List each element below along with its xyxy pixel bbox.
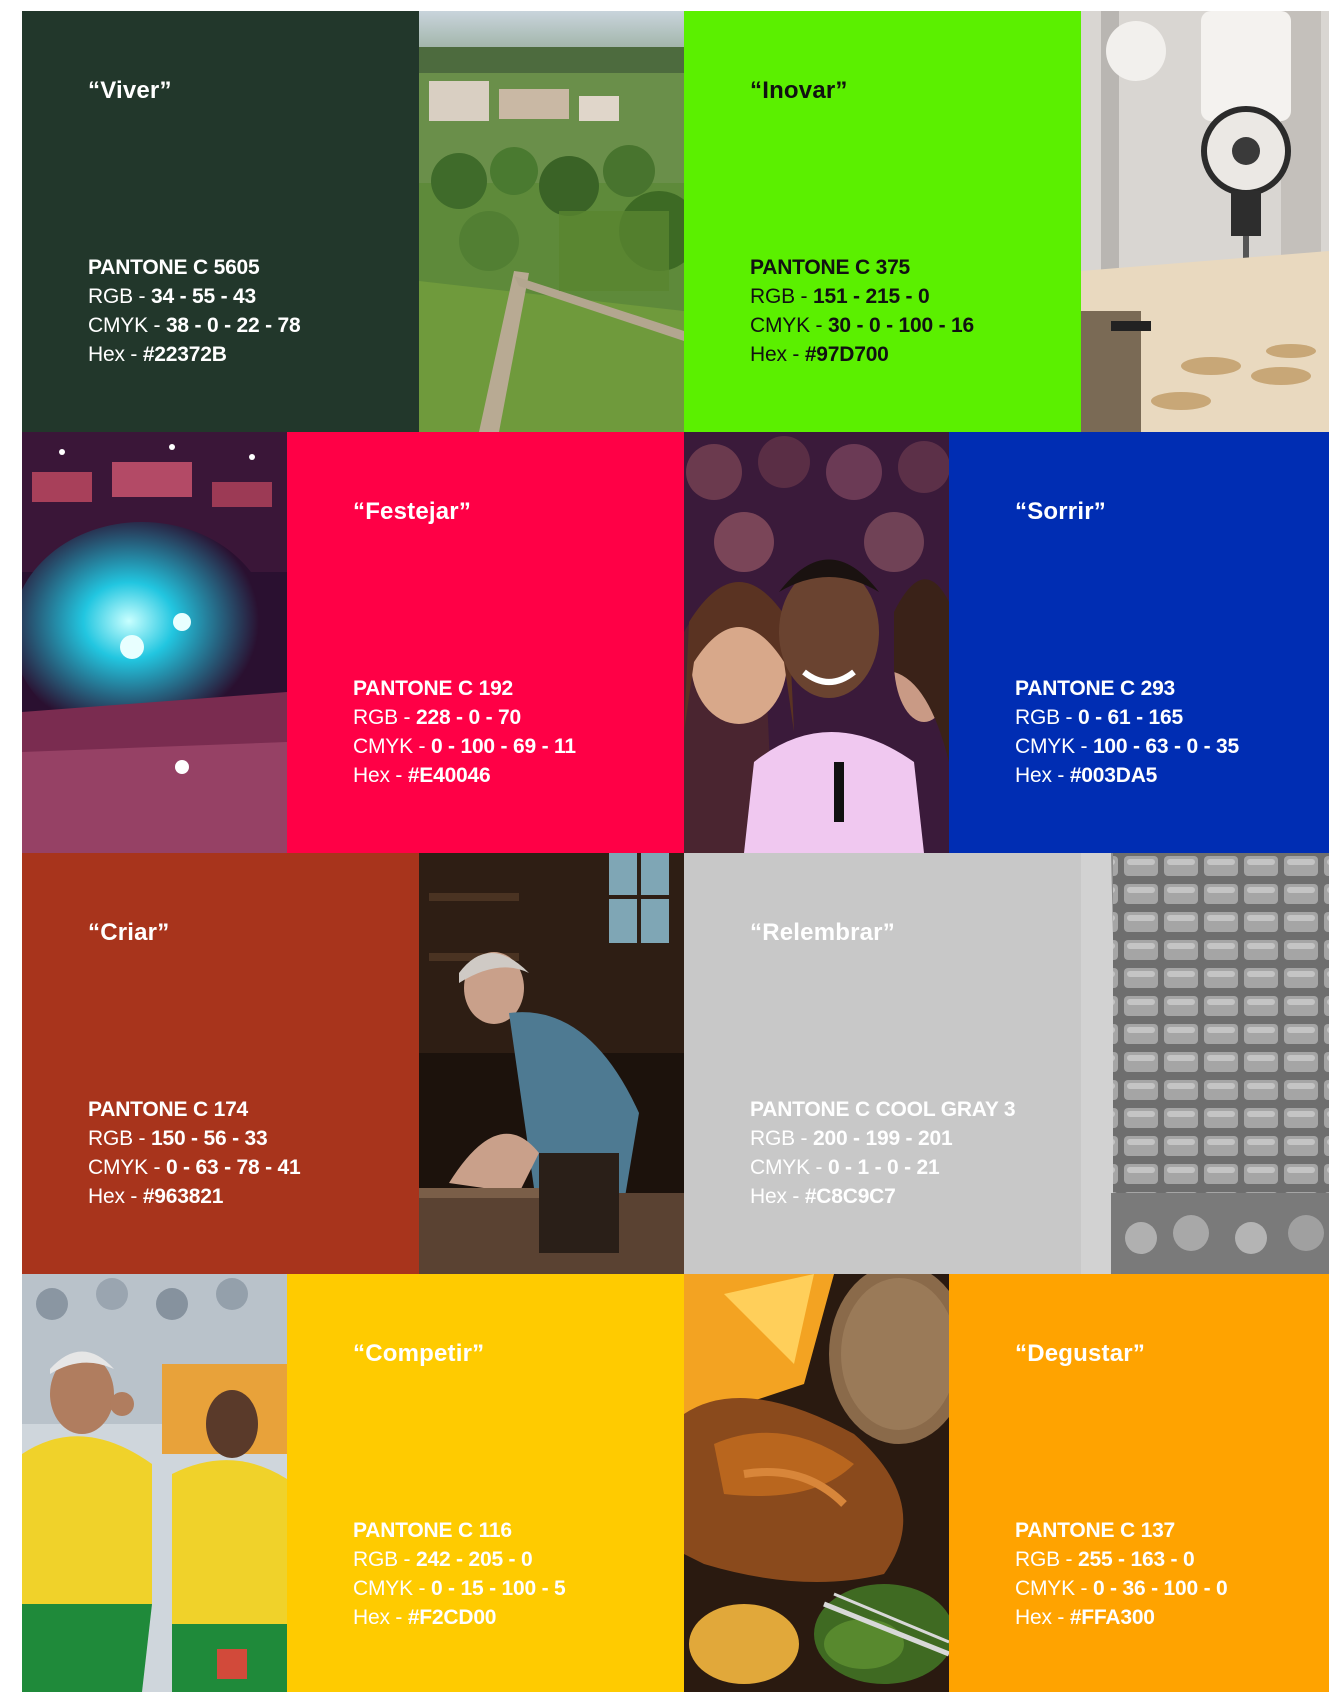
craftsman-workshop-photo	[419, 853, 684, 1274]
robotic-arm-photo	[1081, 11, 1329, 432]
swatch-specs: PANTONE C 174 RGB - 150 - 56 - 33 CMYK -…	[88, 1098, 301, 1208]
color-palette-grid: “Viver” PANTONE C 5605 RGB - 34 - 55 - 4…	[22, 11, 1329, 1692]
swatch-quote: “Festejar”	[353, 498, 472, 525]
swatch-relembrar: “Relembrar” PANTONE C COOL GRAY 3 RGB - …	[684, 853, 1081, 1274]
swatch-quote: “Viver”	[88, 77, 172, 104]
swatch-viver: “Viver” PANTONE C 5605 RGB - 34 - 55 - 4…	[22, 11, 419, 432]
swatch-degustar: “Degustar” PANTONE C 137 RGB - 255 - 163…	[949, 1274, 1329, 1692]
swatch-competir: “Competir” PANTONE C 116 RGB - 242 - 205…	[287, 1274, 684, 1692]
carved-stone-photo	[1081, 853, 1329, 1274]
festival-crowd-photo	[22, 432, 287, 853]
swatch-specs: PANTONE C 192 RGB - 228 - 0 - 70 CMYK - …	[353, 677, 576, 787]
swatch-quote: “Inovar”	[750, 77, 848, 104]
swatch-criar: “Criar” PANTONE C 174 RGB - 150 - 56 - 3…	[22, 853, 419, 1274]
swatch-inovar: “Inovar” PANTONE C 375 RGB - 151 - 215 -…	[684, 11, 1081, 432]
swatch-specs: PANTONE C 375 RGB - 151 - 215 - 0 CMYK -…	[750, 256, 974, 366]
swatch-specs: PANTONE C 137 RGB - 255 - 163 - 0 CMYK -…	[1015, 1519, 1228, 1629]
swatch-specs: PANTONE C 5605 RGB - 34 - 55 - 43 CMYK -…	[88, 256, 301, 366]
swatch-sorrir: “Sorrir” PANTONE C 293 RGB - 0 - 61 - 16…	[949, 432, 1329, 853]
swatch-quote: “Relembrar”	[750, 919, 895, 946]
swatch-quote: “Sorrir”	[1015, 498, 1106, 525]
swatch-quote: “Criar”	[88, 919, 170, 946]
swatch-specs: PANTONE C 116 RGB - 242 - 205 - 0 CMYK -…	[353, 1519, 566, 1629]
football-players-photo	[22, 1274, 287, 1692]
smiling-friends-photo	[684, 432, 949, 853]
swatch-festejar: “Festejar” PANTONE C 192 RGB - 228 - 0 -…	[287, 432, 684, 853]
swatch-quote: “Competir”	[353, 1340, 485, 1367]
swatch-quote: “Degustar”	[1015, 1340, 1146, 1367]
aerial-landscape-photo	[419, 11, 684, 432]
swatch-specs: PANTONE C 293 RGB - 0 - 61 - 165 CMYK - …	[1015, 677, 1239, 787]
roast-dish-photo	[684, 1274, 949, 1692]
swatch-specs: PANTONE C COOL GRAY 3 RGB - 200 - 199 - …	[750, 1098, 1016, 1208]
